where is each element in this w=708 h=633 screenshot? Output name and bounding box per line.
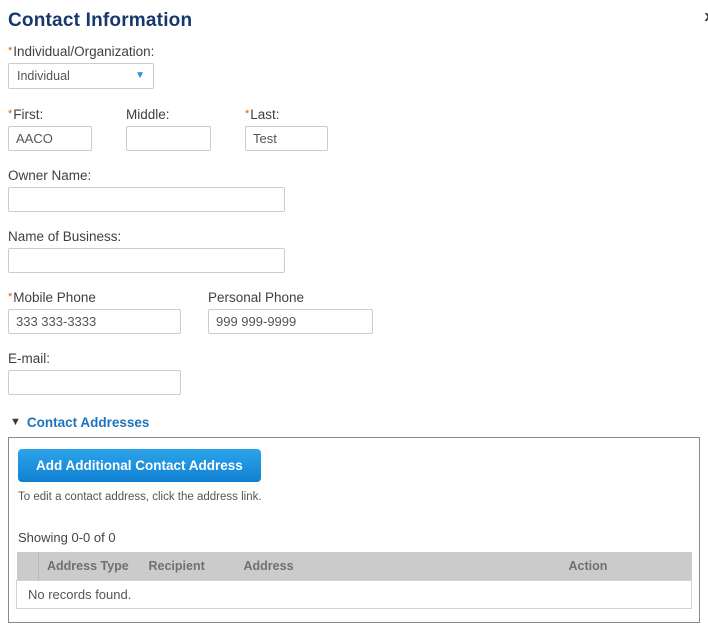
dropdown-selected-value: Individual (17, 69, 70, 83)
email-field: E-mail: (8, 351, 700, 395)
individual-organization-field: *Individual/Organization: Individual ▼ (8, 44, 700, 89)
required-asterisk: * (8, 45, 13, 57)
close-icon[interactable]: x (705, 8, 708, 25)
mobile-phone-input[interactable] (8, 309, 181, 334)
page-title: Contact Information (8, 10, 193, 31)
business-name-input[interactable] (8, 248, 285, 273)
mobile-phone-label: *Mobile Phone (8, 290, 96, 305)
add-contact-address-button[interactable]: Add Additional Contact Address (18, 449, 261, 482)
empty-row: No records found. (16, 580, 692, 609)
contact-addresses-label: Contact Addresses (26, 415, 150, 430)
column-header-address: Address (235, 552, 561, 581)
email-input[interactable] (8, 370, 181, 395)
edit-address-hint: To edit a contact address, click the add… (18, 491, 262, 503)
contact-addresses-table: Address Type Recipient Address Action No… (16, 552, 692, 609)
column-header-address-type: Address Type (38, 552, 141, 581)
showing-count: Showing 0-0 of 0 (18, 530, 116, 545)
table-header-row: Address Type Recipient Address Action (16, 552, 692, 581)
owner-name-input[interactable] (8, 187, 285, 212)
middle-name-input[interactable] (126, 126, 211, 151)
business-name-label: Name of Business: (8, 229, 122, 244)
contact-information-panel: Contact Information x *Individual/Organi… (0, 0, 708, 633)
column-header-recipient: Recipient (140, 552, 236, 581)
last-name-input[interactable] (245, 126, 328, 151)
required-asterisk: * (245, 108, 250, 120)
triangle-down-icon: ▼ (10, 416, 21, 428)
no-records-message: No records found. (16, 580, 692, 609)
required-asterisk: * (8, 108, 13, 120)
phone-row: *Mobile Phone Personal Phone (8, 290, 700, 334)
business-name-field: Name of Business: (8, 229, 700, 273)
required-asterisk: * (8, 291, 13, 303)
contact-addresses-panel: Add Additional Contact Address To edit a… (8, 437, 700, 623)
personal-phone-label: Personal Phone (208, 290, 305, 305)
column-header-action: Action (560, 552, 692, 581)
owner-name-label: Owner Name: (8, 168, 92, 183)
chevron-down-icon: ▼ (135, 70, 145, 81)
first-name-input[interactable] (8, 126, 92, 151)
individual-organization-dropdown[interactable]: Individual ▼ (8, 63, 154, 89)
individual-organization-label: *Individual/Organization: (8, 44, 155, 59)
owner-name-field: Owner Name: (8, 168, 700, 212)
first-name-label: *First: (8, 107, 44, 122)
column-header-blank (16, 552, 39, 581)
last-name-label: *Last: (245, 107, 280, 122)
email-label: E-mail: (8, 351, 51, 366)
middle-name-label: Middle: (126, 107, 170, 122)
contact-addresses-toggle[interactable]: ▼ Contact Addresses (10, 415, 700, 430)
personal-phone-input[interactable] (208, 309, 373, 334)
name-row: *First: Middle: *Last: (8, 107, 700, 151)
